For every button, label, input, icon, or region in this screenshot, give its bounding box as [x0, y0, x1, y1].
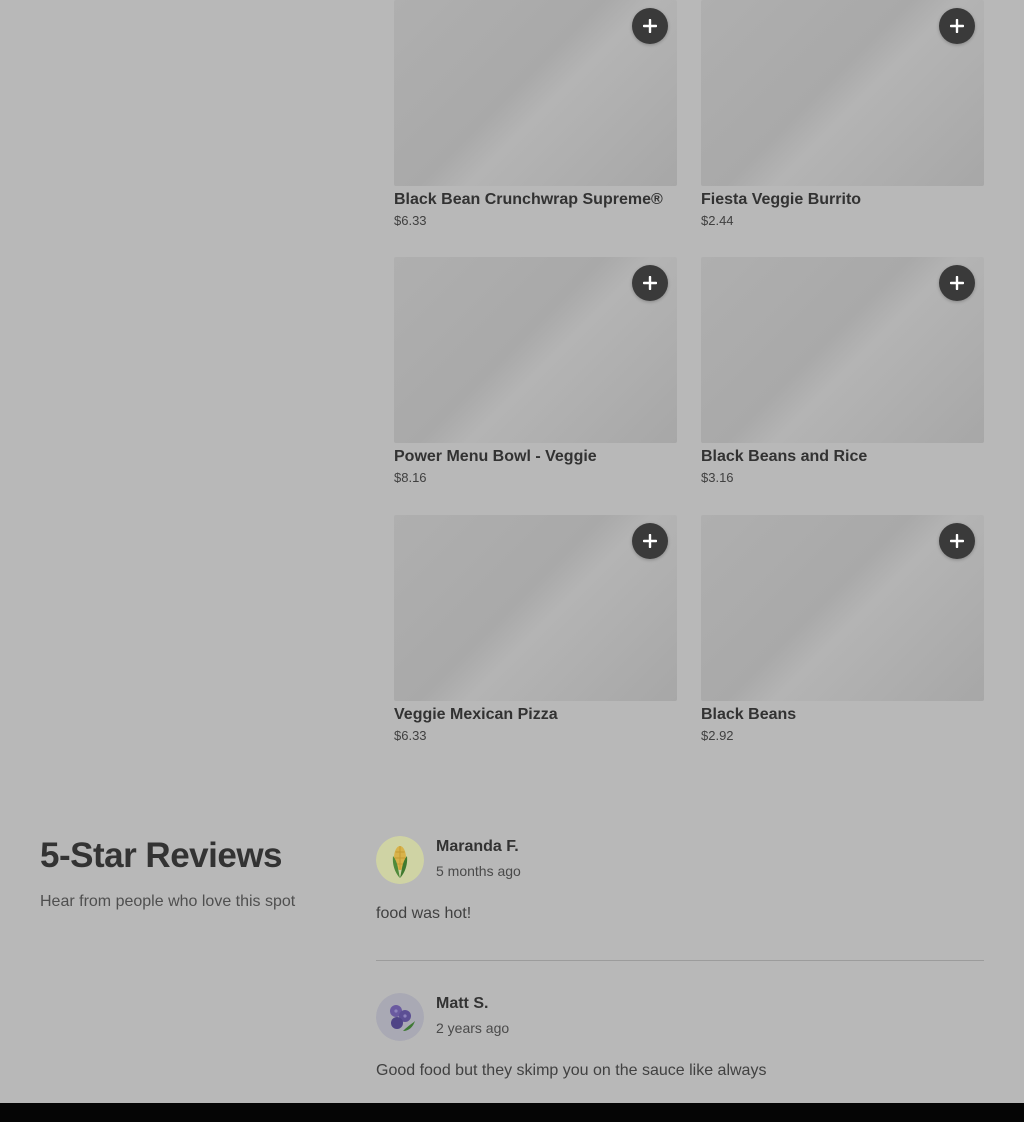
plus-icon: [950, 534, 964, 548]
avatar: [376, 993, 424, 1041]
menu-item-name: Veggie Mexican Pizza: [394, 706, 558, 723]
review-text: food was hot!: [376, 905, 472, 922]
plus-icon: [950, 19, 964, 33]
menu-item-price: $2.92: [701, 728, 734, 743]
review-date: 2 years ago: [436, 1020, 510, 1036]
avatar: [376, 836, 424, 884]
menu-item-price: $8.16: [394, 470, 427, 485]
reviewer-name: Matt S.: [436, 995, 489, 1012]
menu-item-name: Black Bean Crunchwrap Supreme®: [394, 191, 663, 208]
add-to-cart-button[interactable]: [939, 265, 975, 301]
add-to-cart-button[interactable]: [632, 265, 668, 301]
plus-icon: [643, 19, 657, 33]
add-to-cart-button[interactable]: [939, 8, 975, 44]
add-to-cart-button[interactable]: [632, 523, 668, 559]
review-date: 5 months ago: [436, 863, 521, 879]
menu-item-price: $3.16: [701, 470, 734, 485]
add-to-cart-button[interactable]: [939, 523, 975, 559]
add-to-cart-button[interactable]: [632, 8, 668, 44]
reviews-subtitle: Hear from people who love this spot: [40, 893, 296, 910]
blueberry-icon: [376, 993, 424, 1041]
reviews-title: 5-Star Reviews: [40, 836, 283, 875]
plus-icon: [643, 534, 657, 548]
menu-item-price: $2.44: [701, 213, 734, 228]
menu-item-card[interactable]: Veggie Mexican Pizza $6.33: [394, 515, 677, 745]
menu-item-price: $6.33: [394, 728, 427, 743]
bottom-bar: [0, 1103, 1024, 1122]
review-text: Good food but they skimp you on the sauc…: [376, 1062, 767, 1079]
menu-item-card[interactable]: Black Beans and Rice $3.16: [701, 257, 984, 487]
menu-item-price: $6.33: [394, 213, 427, 228]
menu-item-card[interactable]: Power Menu Bowl - Veggie $8.16: [394, 257, 677, 487]
menu-item-card[interactable]: Black Beans $2.92: [701, 515, 984, 745]
menu-item-name: Power Menu Bowl - Veggie: [394, 448, 597, 465]
menu-item-name: Black Beans and Rice: [701, 448, 868, 465]
plus-icon: [643, 276, 657, 290]
reviewer-name: Maranda F.: [436, 838, 519, 855]
menu-item-card[interactable]: Fiesta Veggie Burrito $2.44: [701, 0, 984, 230]
review-divider: [376, 960, 984, 961]
menu-item-name: Black Beans: [701, 706, 797, 723]
menu-item-name: Fiesta Veggie Burrito: [701, 191, 862, 208]
menu-item-card[interactable]: Black Bean Crunchwrap Supreme® $6.33: [394, 0, 677, 230]
corn-icon: [376, 836, 424, 884]
plus-icon: [950, 276, 964, 290]
